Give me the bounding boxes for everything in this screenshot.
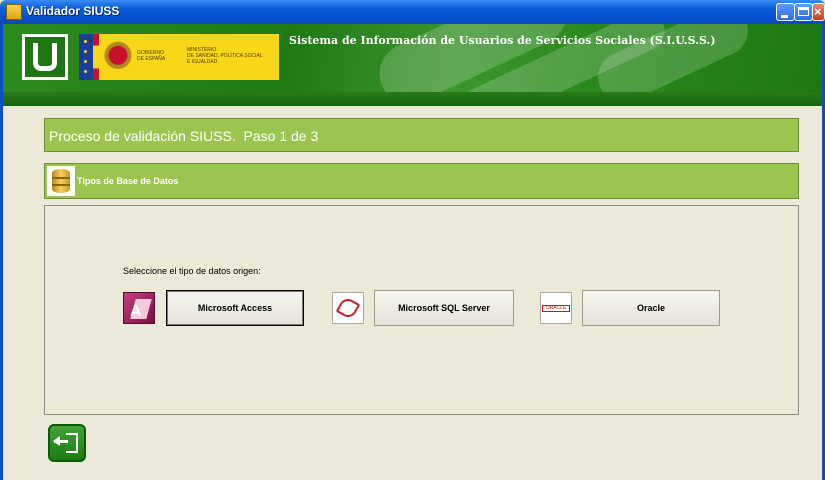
microsoft-access-button[interactable]: Microsoft Access [166, 290, 304, 326]
header-banner: GOBIERNO DE ESPAÑA MINISTERIO DE SANIDAD… [3, 24, 822, 106]
step-title: Proceso de validación SIUSS. Paso 1 de 3 [49, 128, 319, 144]
system-title: Sistema de Información de Usuarios de Se… [289, 34, 716, 47]
oracle-logo-text: ORACLE [542, 305, 570, 312]
banner-stripe [3, 92, 822, 106]
step-panel: Proceso de validación SIUSS. Paso 1 de 3 [44, 118, 799, 152]
sql-server-icon [332, 292, 364, 324]
coat-of-arms-icon [103, 40, 133, 74]
app-icon [6, 4, 22, 20]
maximize-icon [798, 7, 809, 16]
close-button[interactable]: × [812, 3, 825, 21]
oracle-button[interactable]: Oracle [582, 290, 720, 326]
microsoft-sql-server-button[interactable]: Microsoft SQL Server [374, 290, 514, 326]
exit-arrow-head [53, 436, 60, 446]
window-title: Validador SIUSS [26, 4, 120, 18]
exit-button[interactable] [48, 424, 86, 462]
database-icon [47, 166, 75, 196]
access-icon: A [123, 292, 155, 324]
minimize-button[interactable] [776, 3, 795, 21]
siuss-logo [22, 34, 68, 80]
maximize-button[interactable] [794, 3, 813, 21]
minimize-icon [781, 15, 788, 18]
source-type-prompt: Seleccione el tipo de datos origen: [123, 266, 261, 276]
spain-flag-icon [93, 34, 99, 80]
government-label: GOBIERNO DE ESPAÑA [137, 50, 166, 62]
eu-flag-icon [79, 34, 93, 80]
ministry-label: MINISTERIO DE SANIDAD, POLÍTICA SOCIAL E… [187, 47, 263, 65]
close-icon: × [814, 4, 822, 19]
government-logo: GOBIERNO DE ESPAÑA MINISTERIO DE SANIDAD… [79, 34, 279, 80]
exit-icon [66, 433, 78, 453]
window-titlebar[interactable]: Validador SIUSS × [0, 0, 825, 24]
oracle-icon: ORACLE [540, 292, 572, 324]
section-title: Tipos de Base de Datos [77, 176, 179, 186]
section-panel: Tipos de Base de Datos [44, 163, 799, 199]
